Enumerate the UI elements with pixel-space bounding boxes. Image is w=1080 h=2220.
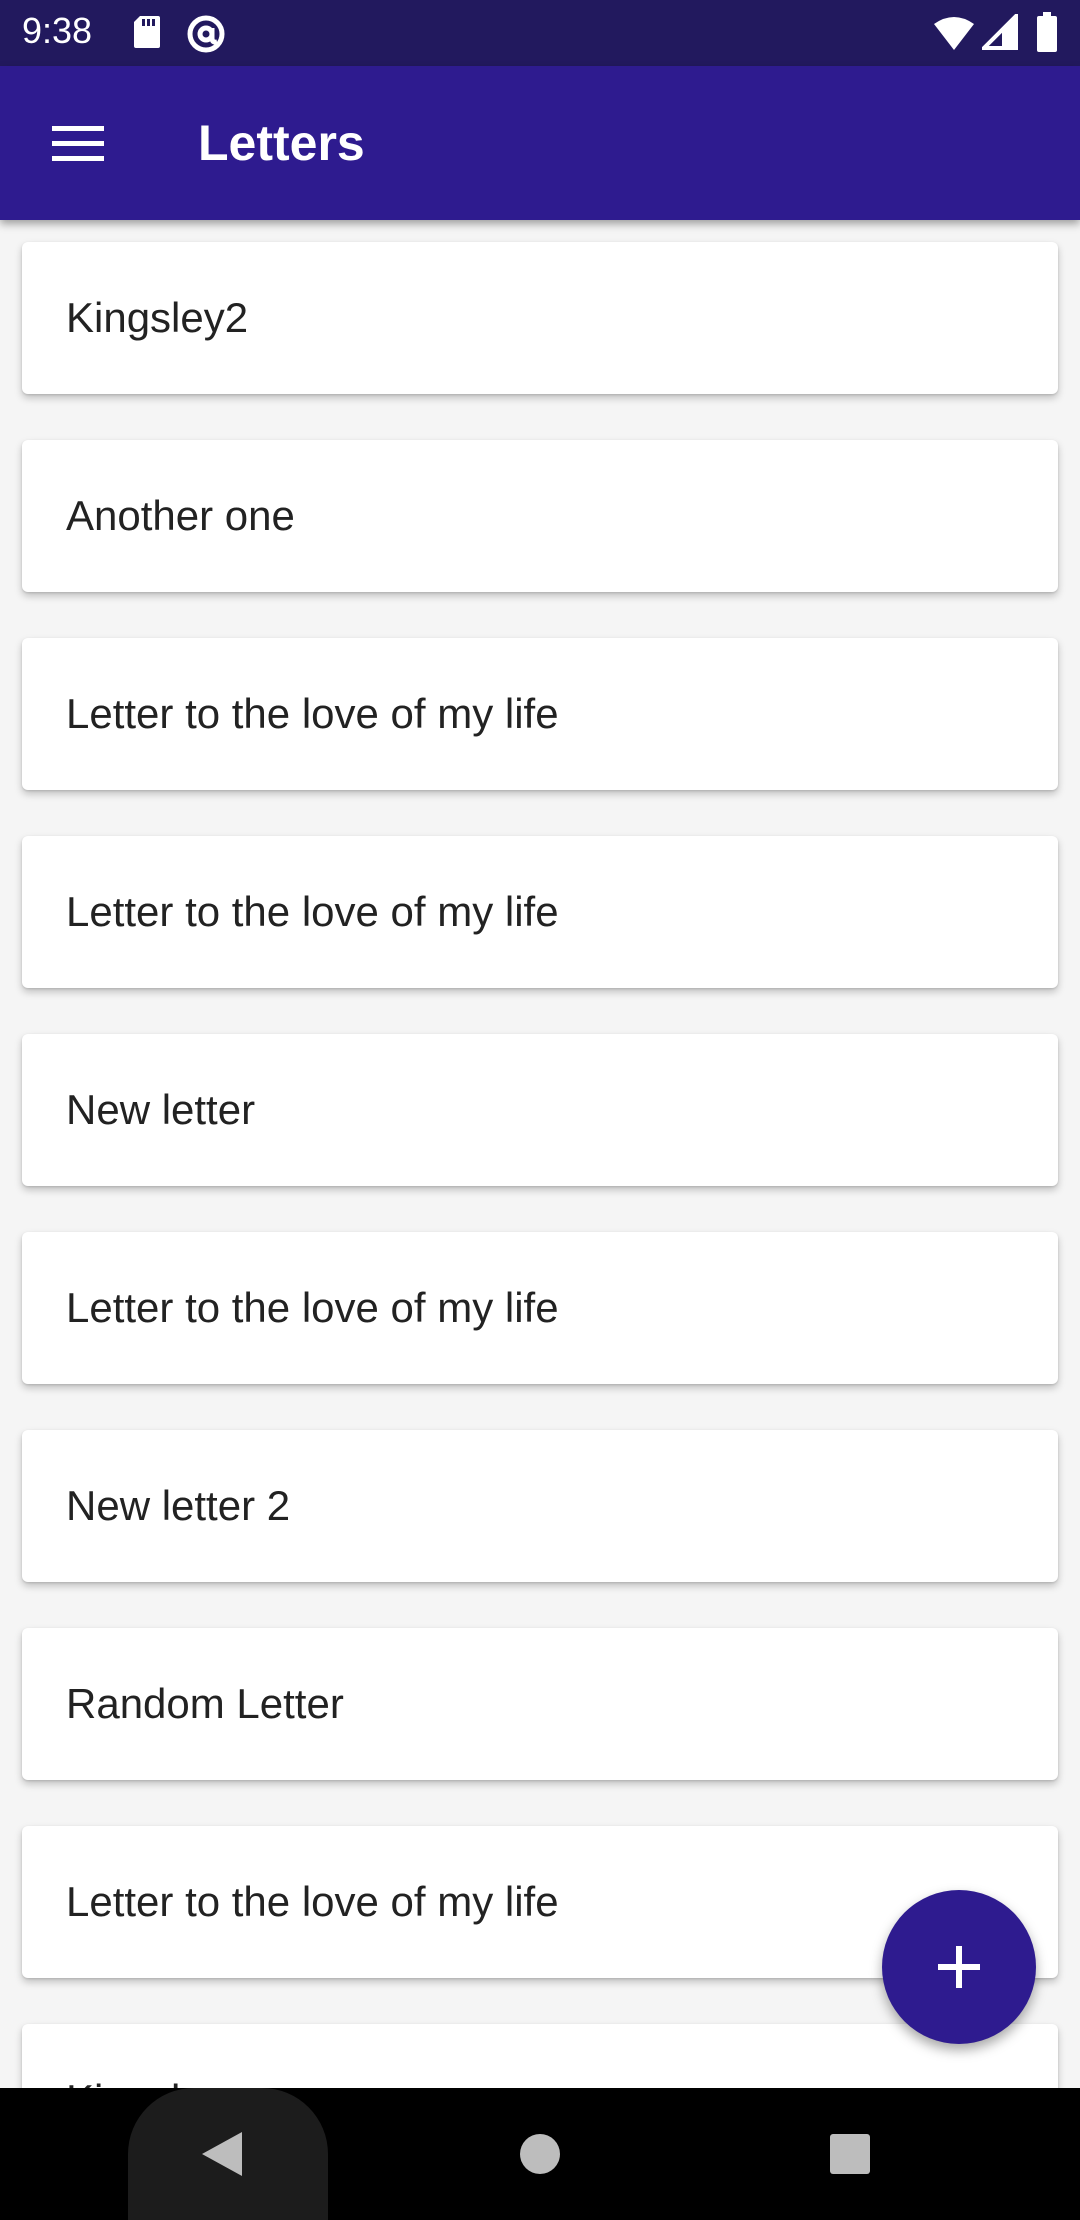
home-button[interactable] <box>518 2132 562 2181</box>
add-letter-button[interactable] <box>882 1890 1036 2044</box>
letter-title: Letter to the love of my life <box>66 690 559 737</box>
letter-card[interactable]: New letter 2 <box>22 1430 1058 1582</box>
back-button[interactable] <box>196 2128 248 2185</box>
recents-icon <box>830 2134 870 2174</box>
letters-list[interactable]: Kingsley2 Another one Letter to the love… <box>0 220 1080 2088</box>
letter-title: Kingsley <box>66 2076 225 2088</box>
status-time: 9:38 <box>22 10 93 51</box>
letter-card[interactable]: Kingsley <box>22 2024 1058 2088</box>
plus-icon <box>938 1946 980 1988</box>
back-icon <box>202 2132 242 2176</box>
battery-icon <box>1036 12 1058 57</box>
letter-card[interactable]: Another one <box>22 440 1058 592</box>
hamburger-menu-icon <box>52 126 104 161</box>
system-nav-bar <box>0 2088 1080 2220</box>
home-icon <box>520 2134 560 2174</box>
letter-card[interactable]: New letter <box>22 1034 1058 1186</box>
letter-title: Random Letter <box>66 1680 344 1727</box>
letter-card[interactable]: Letter to the love of my life <box>22 638 1058 790</box>
letter-title: Letter to the love of my life <box>66 1878 559 1925</box>
letter-card[interactable]: Letter to the love of my life <box>22 836 1058 988</box>
recents-button[interactable] <box>828 2132 872 2181</box>
letter-card[interactable]: Letter to the love of my life <box>22 1232 1058 1384</box>
wifi-icon <box>934 16 974 55</box>
sd-card-icon <box>132 14 162 55</box>
menu-button[interactable] <box>40 112 116 174</box>
signal-icon <box>979 11 1018 55</box>
letter-title: Letter to the love of my life <box>66 888 559 935</box>
status-bar: 9:38 <box>0 0 1080 66</box>
at-sign-icon <box>186 14 226 59</box>
letter-title: Another one <box>66 492 295 539</box>
letter-title: Letter to the love of my life <box>66 1284 559 1331</box>
letter-card[interactable]: Random Letter <box>22 1628 1058 1780</box>
letter-title: New letter <box>66 1086 256 1133</box>
letter-title: New letter 2 <box>66 1482 291 1529</box>
letter-title: Kingsley2 <box>66 294 249 341</box>
app-bar: Letters <box>0 66 1080 220</box>
letter-card[interactable]: Kingsley2 <box>22 242 1058 394</box>
page-title: Letters <box>198 115 365 171</box>
